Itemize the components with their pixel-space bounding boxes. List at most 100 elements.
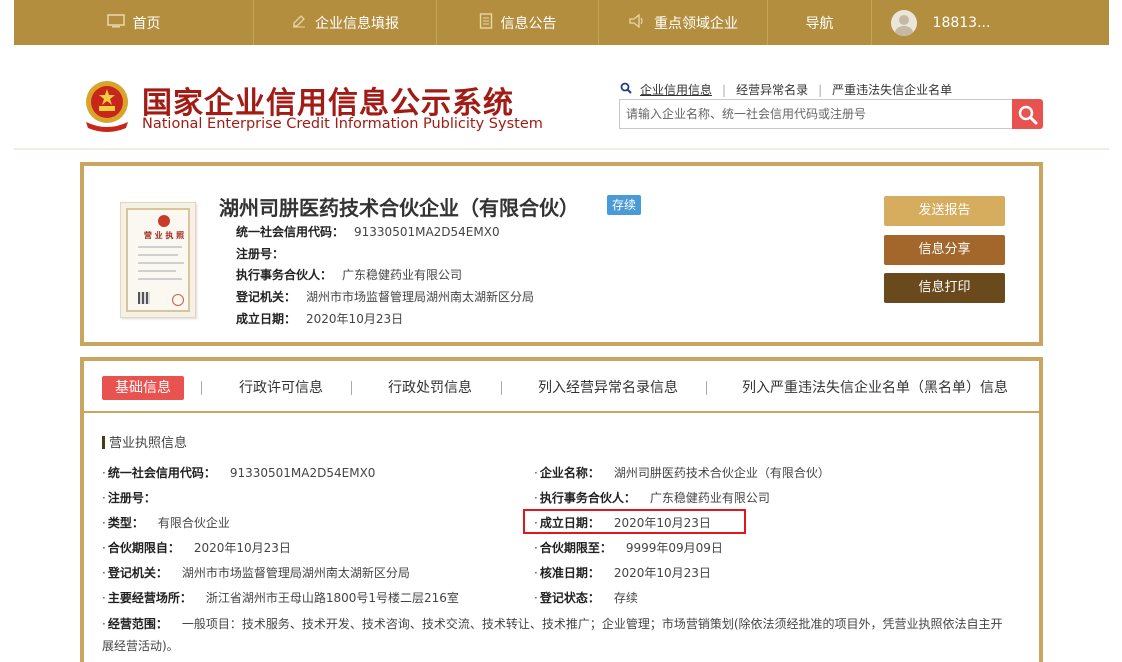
field-value: 湖州市市场监督管理局湖州南太湖新区分局 — [181, 566, 410, 580]
field-value: 91330501MA2D54EMX0 — [229, 466, 376, 480]
field-label: 执行事务合伙人： — [539, 491, 636, 505]
link-separator: | — [722, 82, 727, 97]
tab-admin-license[interactable]: 行政许可信息 — [239, 376, 323, 400]
seal-icon — [172, 294, 184, 306]
status-badge: 存续 — [607, 195, 642, 215]
field-value: 2020年10月23日 — [193, 541, 291, 555]
summary-label: 成立日期： — [236, 312, 297, 326]
national-emblem-icon — [86, 81, 128, 132]
link-blacklist[interactable]: 严重违法失信企业名单 — [832, 81, 952, 98]
document-icon — [479, 13, 493, 32]
field-credit-code: · 统一社会信用代码： 91330501MA2D54EMX0 — [102, 464, 375, 481]
business-license-thumbnail[interactable]: 营 业 执 照 — [120, 202, 196, 318]
avatar — [890, 9, 917, 36]
nav-key-sectors[interactable]: 重点领域企业 — [599, 0, 767, 45]
field-label: 注册号： — [107, 491, 156, 505]
tab-divider — [706, 381, 707, 395]
summary-credit-code: 统一社会信用代码： 91330501MA2D54EMX0 — [236, 223, 500, 240]
field-value: 湖州司肼医药技术合伙企业（有限合伙） — [613, 466, 830, 480]
tab-abnormal-list[interactable]: 列入经营异常名录信息 — [538, 376, 678, 400]
bullet: · — [102, 466, 106, 480]
field-label: 企业名称： — [539, 466, 600, 480]
bullet: · — [102, 541, 106, 555]
field-value: 一般项目：技术服务、技术开发、技术咨询、技术交流、技术转让、技术推广；企业管理；… — [102, 617, 1003, 653]
print-info-button[interactable]: 信息打印 — [884, 273, 1005, 303]
section-title-text: 营业执照信息 — [109, 436, 188, 451]
share-info-button[interactable]: 信息分享 — [884, 235, 1005, 265]
bullet: · — [102, 516, 106, 530]
license-emblem-icon — [158, 215, 170, 227]
nav-enterprise-report[interactable]: 企业信息填报 — [254, 0, 436, 45]
nav-announcements[interactable]: 信息公告 — [437, 0, 598, 45]
nav-announcements-label: 信息公告 — [500, 15, 557, 32]
nav-enterprise-report-label: 企业信息填报 — [315, 15, 399, 32]
search-small-icon — [620, 82, 632, 97]
field-label: 类型： — [107, 516, 144, 530]
header-divider — [14, 148, 1109, 150]
license-line — [138, 246, 182, 248]
bullet: · — [534, 541, 538, 555]
summary-value: 广东稳健药业有限公司 — [342, 268, 463, 282]
summary-partner: 执行事务合伙人： 广东稳健药业有限公司 — [236, 266, 462, 283]
summary-label: 登记机关： — [236, 290, 297, 304]
search-type-links: 企业信用信息 | 经营异常名录 | 严重违法失信企业名单 — [620, 81, 952, 98]
tab-admin-penalty[interactable]: 行政处罚信息 — [388, 376, 472, 400]
nav-guide[interactable]: 导航 — [768, 0, 871, 45]
field-term-to: · 合伙期限至： 9999年09月09日 — [534, 539, 723, 556]
field-label: 统一社会信用代码： — [107, 466, 216, 480]
send-report-button[interactable]: 发送报告 — [884, 196, 1005, 226]
field-value: 广东稳健药业有限公司 — [649, 491, 770, 505]
tab-basic-info[interactable]: 基础信息 — [102, 376, 184, 400]
user-menu[interactable]: 18813... — [872, 0, 1009, 45]
summary-label: 注册号： — [236, 247, 285, 261]
license-line — [138, 270, 176, 272]
edit-icon — [291, 14, 307, 31]
link-abnormal-list[interactable]: 经营异常名录 — [736, 81, 808, 98]
bullet: · — [102, 617, 106, 631]
tab-blacklist[interactable]: 列入严重违法失信企业名单（黑名单）信息 — [742, 376, 1008, 400]
tab-divider — [351, 381, 352, 395]
field-reg-no: · 注册号： — [102, 489, 170, 506]
speaker-icon — [628, 13, 646, 31]
tab-divider — [201, 381, 202, 395]
link-separator: | — [818, 82, 823, 97]
link-enterprise-credit[interactable]: 企业信用信息 — [640, 81, 712, 98]
field-premises: · 主要经营场所： 浙江省湖州市王母山路1800号1号楼二层216室 — [102, 589, 459, 606]
monitor-icon — [106, 14, 125, 31]
field-value: 存续 — [613, 591, 638, 605]
nav-home-label: 首页 — [132, 15, 161, 32]
search-input[interactable]: 请输入企业名称、统一社会信用代码或注册号 — [619, 99, 1012, 129]
search-icon — [1018, 105, 1038, 125]
bullet: · — [534, 566, 538, 580]
field-value: 9999年09月09日 — [625, 541, 723, 555]
field-label: 合伙期限自： — [107, 541, 180, 555]
bullet: · — [534, 491, 538, 505]
nav-guide-label: 导航 — [805, 15, 834, 32]
search-button[interactable] — [1012, 99, 1043, 129]
nav-home[interactable]: 首页 — [14, 0, 253, 45]
nav-key-sectors-label: 重点领域企业 — [654, 15, 738, 32]
company-name: 湖州司肼医药技术合伙企业（有限合伙） — [219, 196, 579, 220]
field-partner: · 执行事务合伙人： 广东稳健药业有限公司 — [534, 489, 770, 506]
field-approval-date: · 核准日期： 2020年10月23日 — [534, 564, 711, 581]
field-value: 浙江省湖州市王母山路1800号1号楼二层216室 — [205, 591, 459, 605]
summary-founded: 成立日期： 2020年10月23日 — [236, 310, 403, 327]
license-line — [138, 278, 182, 280]
summary-value: 2020年10月23日 — [306, 312, 404, 326]
field-label: 主要经营场所： — [107, 591, 192, 605]
site-title-en: National Enterprise Credit Information P… — [142, 116, 543, 132]
field-label: 登记机关： — [107, 566, 168, 580]
summary-authority: 登记机关： 湖州市市场监督管理局湖州南太湖新区分局 — [236, 288, 534, 305]
field-label: 合伙期限至： — [539, 541, 612, 555]
section-bar — [102, 436, 105, 449]
field-reg-status: · 登记状态： 存续 — [534, 589, 638, 606]
top-nav: 首页 企业信息填报 信息公告 重点领域企业 导航 18813... — [14, 0, 1109, 45]
summary-value: 91330501MA2D54EMX0 — [354, 225, 500, 239]
license-frame: 营 业 执 照 — [126, 208, 190, 312]
field-type: · 类型： 有限合伙企业 — [102, 514, 230, 531]
field-term-from: · 合伙期限自： 2020年10月23日 — [102, 539, 291, 556]
section-title: 营业执照信息 — [102, 432, 187, 451]
bullet: · — [102, 591, 106, 605]
field-value: 有限合伙企业 — [157, 516, 230, 530]
bullet: · — [534, 466, 538, 480]
